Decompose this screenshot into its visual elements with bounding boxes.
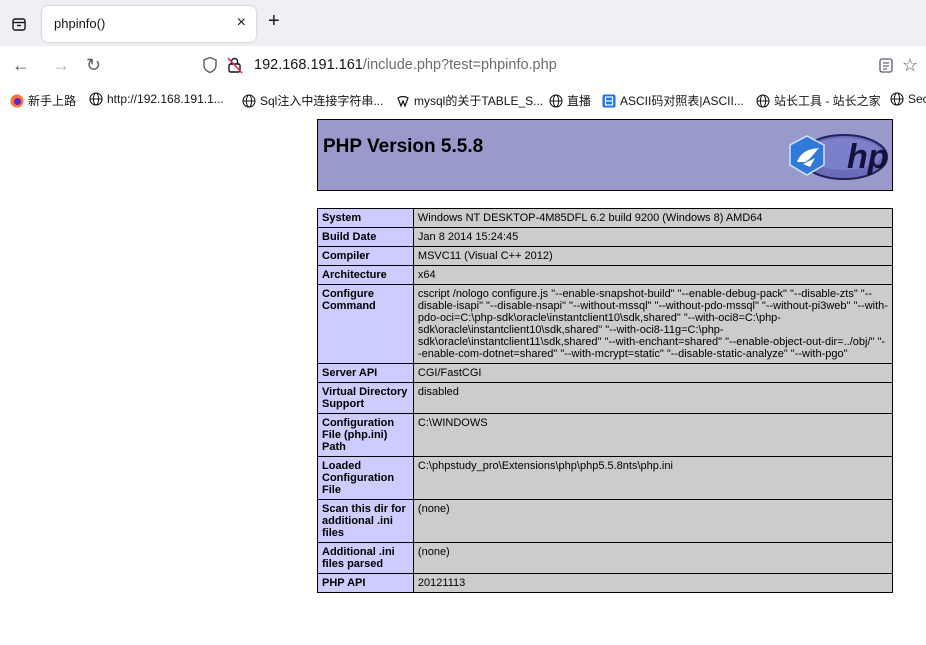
table-row: Configuration File (php.ini) Path C:\WIND… <box>317 413 894 457</box>
table-row: Loaded Configuration File C:\phpstudy_pro… <box>317 456 894 500</box>
row-key: System <box>317 208 414 228</box>
globe-icon <box>549 93 563 108</box>
new-tab-button[interactable]: + <box>268 10 280 32</box>
svg-text:hp: hp <box>847 138 889 176</box>
row-value: (none) <box>412 499 894 543</box>
row-value: Windows NT DESKTOP-4M85DFL 6.2 build 920… <box>412 208 894 228</box>
url-host: 192.168.191.161 <box>254 57 363 73</box>
bookmark-item[interactable]: mysql的关于TABLE_S... <box>396 92 543 109</box>
row-key: Additional .ini files parsed <box>317 542 414 574</box>
forward-icon[interactable]: → <box>52 55 70 75</box>
php-version-header: PHP Version 5.5.8 hp <box>317 119 893 191</box>
globe-icon <box>890 92 904 106</box>
insecure-lock-icon[interactable] <box>226 56 244 74</box>
shield-icon[interactable] <box>202 56 218 74</box>
tab-list-button[interactable] <box>8 13 30 35</box>
row-key: Loaded Configuration File <box>317 456 414 500</box>
row-value: Jan 8 2014 15:24:45 <box>412 227 894 247</box>
tab-list-icon <box>12 18 26 31</box>
bookmark-item[interactable]: Sql注入中连接字符串... <box>242 92 383 109</box>
row-value: cscript /nologo configure.js "--enable-s… <box>412 284 894 364</box>
bookmark-item[interactable]: Sec <box>890 92 926 106</box>
table-row: PHP API 20121113 <box>317 573 894 593</box>
firefox-icon <box>10 94 24 107</box>
row-key: PHP API <box>317 573 414 593</box>
table-row: Virtual Directory Support disabled <box>317 382 894 414</box>
navigation-bar: ← → ↻ 192.168.191.161/include.php?test=p… <box>0 46 926 86</box>
url-bar[interactable]: 192.168.191.161/include.php?test=phpinfo… <box>254 57 557 73</box>
url-path: /include.php?test=phpinfo.php <box>362 57 557 73</box>
row-value: C:\WINDOWS <box>412 413 894 457</box>
table-row: Additional .ini files parsed (none) <box>317 542 894 574</box>
row-key: Compiler <box>317 246 414 266</box>
php-logo-icon: hp <box>789 134 889 180</box>
globe-icon <box>89 92 103 106</box>
row-key: Virtual Directory Support <box>317 382 414 414</box>
close-tab-icon[interactable]: × <box>237 14 246 32</box>
globe-icon <box>756 93 770 108</box>
bookmark-item[interactable]: 新手上路 <box>10 92 76 109</box>
row-key: Server API <box>317 363 414 383</box>
row-key: Scan this dir for additional .ini files <box>317 499 414 543</box>
row-value: C:\phpstudy_pro\Extensions\php\php5.5.8n… <box>412 456 894 500</box>
csdn-icon <box>397 95 409 108</box>
row-key: Configuration File (php.ini) Path <box>317 413 414 457</box>
globe-icon <box>242 93 256 108</box>
bookmark-item[interactable]: http://192.168.191.1... <box>89 92 224 106</box>
page-content: PHP Version 5.5.8 hp System Windows NT DE… <box>0 114 926 645</box>
row-value: 20121113 <box>412 573 894 593</box>
bookmark-item[interactable]: 直播 <box>549 92 591 109</box>
bookmark-item[interactable]: ASCII码对照表|ASCII... <box>602 92 744 109</box>
table-row: Architecture x64 <box>317 265 894 285</box>
reload-icon[interactable]: ↻ <box>86 55 101 75</box>
row-value: (none) <box>412 542 894 574</box>
bookmarks-toolbar: 新手上路 http://192.168.191.1... Sql注入中连接字符串… <box>0 86 926 114</box>
tab-strip: phpinfo() × + <box>0 0 926 46</box>
phpinfo-table: System Windows NT DESKTOP-4M85DFL 6.2 bui… <box>317 208 894 593</box>
table-row: Configure Command cscript /nologo configu… <box>317 284 894 364</box>
reader-view-icon[interactable] <box>879 58 893 73</box>
row-key: Architecture <box>317 265 414 285</box>
page-title: PHP Version 5.5.8 <box>323 136 484 157</box>
bookmark-item[interactable]: 站长工具 - 站长之家 <box>756 92 881 109</box>
tab-title: phpinfo() <box>54 16 106 31</box>
row-key: Build Date <box>317 227 414 247</box>
row-value: x64 <box>412 265 894 285</box>
back-icon[interactable]: ← <box>12 55 30 75</box>
bookmark-star-icon[interactable]: ☆ <box>902 55 918 76</box>
tab-phpinfo[interactable]: phpinfo() × <box>42 6 256 42</box>
row-value: CGI/FastCGI <box>412 363 894 383</box>
row-value: disabled <box>412 382 894 414</box>
table-row: System Windows NT DESKTOP-4M85DFL 6.2 bui… <box>317 208 894 228</box>
table-row: Compiler MSVC11 (Visual C++ 2012) <box>317 246 894 266</box>
row-key: Configure Command <box>317 284 414 364</box>
app-icon <box>602 94 616 107</box>
table-row: Build Date Jan 8 2014 15:24:45 <box>317 227 894 247</box>
table-row: Server API CGI/FastCGI <box>317 363 894 383</box>
table-row: Scan this dir for additional .ini files(… <box>317 499 894 543</box>
row-value: MSVC11 (Visual C++ 2012) <box>412 246 894 266</box>
